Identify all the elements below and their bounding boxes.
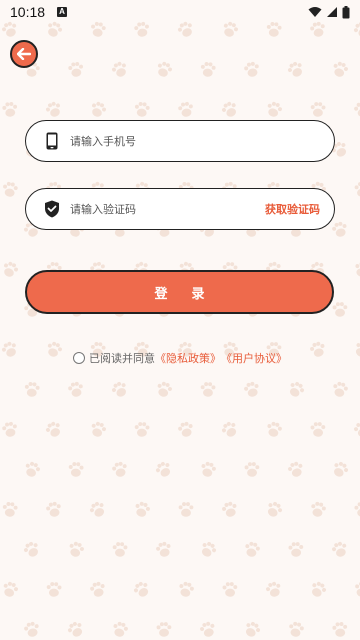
shield-check-icon xyxy=(44,200,60,218)
status-icons xyxy=(308,5,350,19)
code-field[interactable]: 获取验证码 xyxy=(25,188,335,230)
agreement-row: 已阅读并同意 《隐私政策》 《用户协议》 xyxy=(0,350,360,366)
battery-icon xyxy=(342,5,350,18)
get-code-button[interactable]: 获取验证码 xyxy=(265,201,320,217)
back-button[interactable] xyxy=(10,40,38,68)
signal-icon xyxy=(327,7,337,17)
code-input[interactable] xyxy=(70,202,265,216)
arrow-left-icon xyxy=(17,48,31,60)
paw-pattern-background xyxy=(0,19,360,640)
wifi-icon xyxy=(308,7,322,17)
agreement-prefix: 已阅读并同意 xyxy=(89,352,155,365)
status-bar: 10:18 A xyxy=(0,0,360,24)
a-notification-icon: A xyxy=(57,7,68,17)
phone-input[interactable] xyxy=(70,134,320,148)
login-button[interactable]: 登录 xyxy=(25,270,334,314)
user-agreement-link[interactable]: 《用户协议》 xyxy=(221,350,287,366)
status-time: 10:18 xyxy=(10,4,46,20)
privacy-policy-link[interactable]: 《隐私政策》 xyxy=(155,350,221,366)
phone-icon xyxy=(44,132,60,150)
phone-field[interactable] xyxy=(25,120,335,162)
agree-checkbox[interactable] xyxy=(73,352,85,364)
